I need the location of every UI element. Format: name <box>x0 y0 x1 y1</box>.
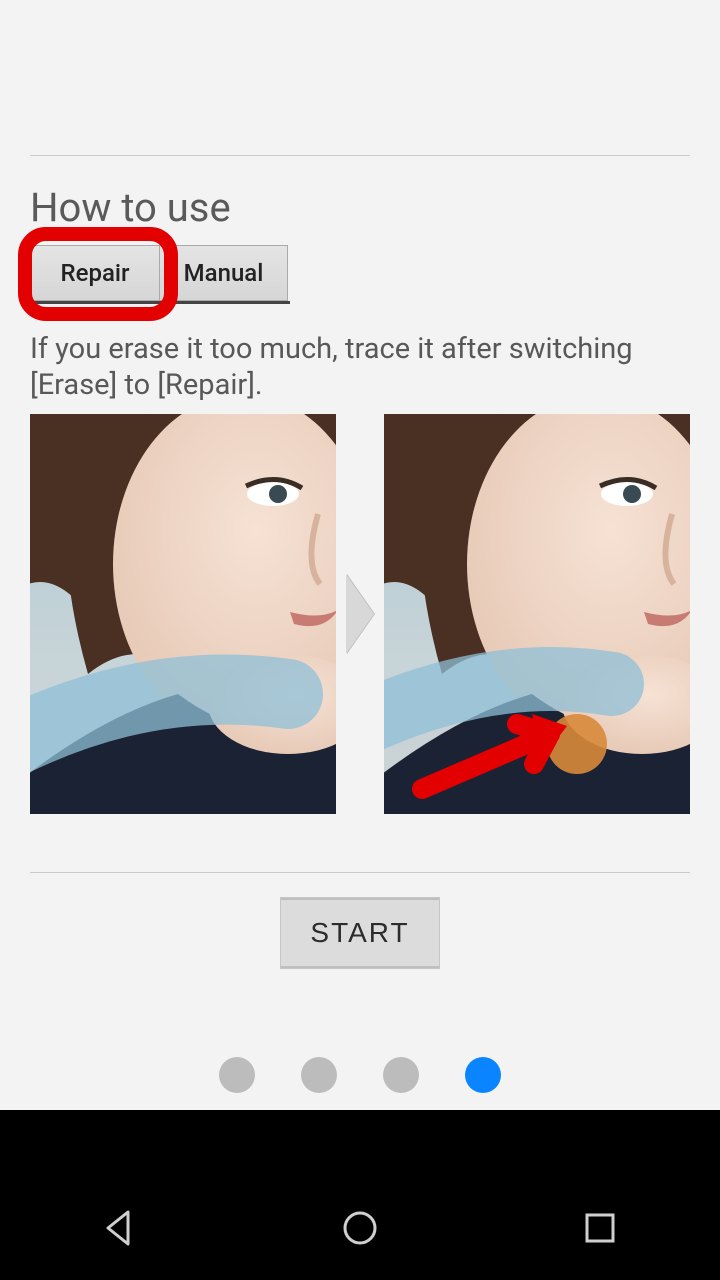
page-title: How to use <box>30 184 690 231</box>
pager-dot-1[interactable] <box>219 1057 255 1093</box>
pager-dot-3[interactable] <box>383 1057 419 1093</box>
tab-repair[interactable]: Repair <box>30 245 160 301</box>
chevron-right-icon <box>346 574 374 654</box>
example-images <box>30 414 690 814</box>
bottom-divider <box>30 872 690 873</box>
home-button[interactable] <box>330 1198 390 1258</box>
example-image-after <box>384 414 690 814</box>
pager-dot-2[interactable] <box>301 1057 337 1093</box>
back-button[interactable] <box>90 1198 150 1258</box>
instruction-text: If you erase it too much, trace it after… <box>30 331 690 404</box>
tab-manual[interactable]: Manual <box>160 245 288 301</box>
android-navbar <box>0 1110 720 1280</box>
mode-tabs: Repair Manual <box>30 245 290 325</box>
top-divider <box>30 155 690 156</box>
recent-apps-button[interactable] <box>570 1198 630 1258</box>
start-button[interactable]: START <box>280 897 440 969</box>
example-image-before <box>30 414 336 814</box>
pager-dot-4[interactable] <box>465 1057 501 1093</box>
pager-dots <box>30 1057 690 1093</box>
